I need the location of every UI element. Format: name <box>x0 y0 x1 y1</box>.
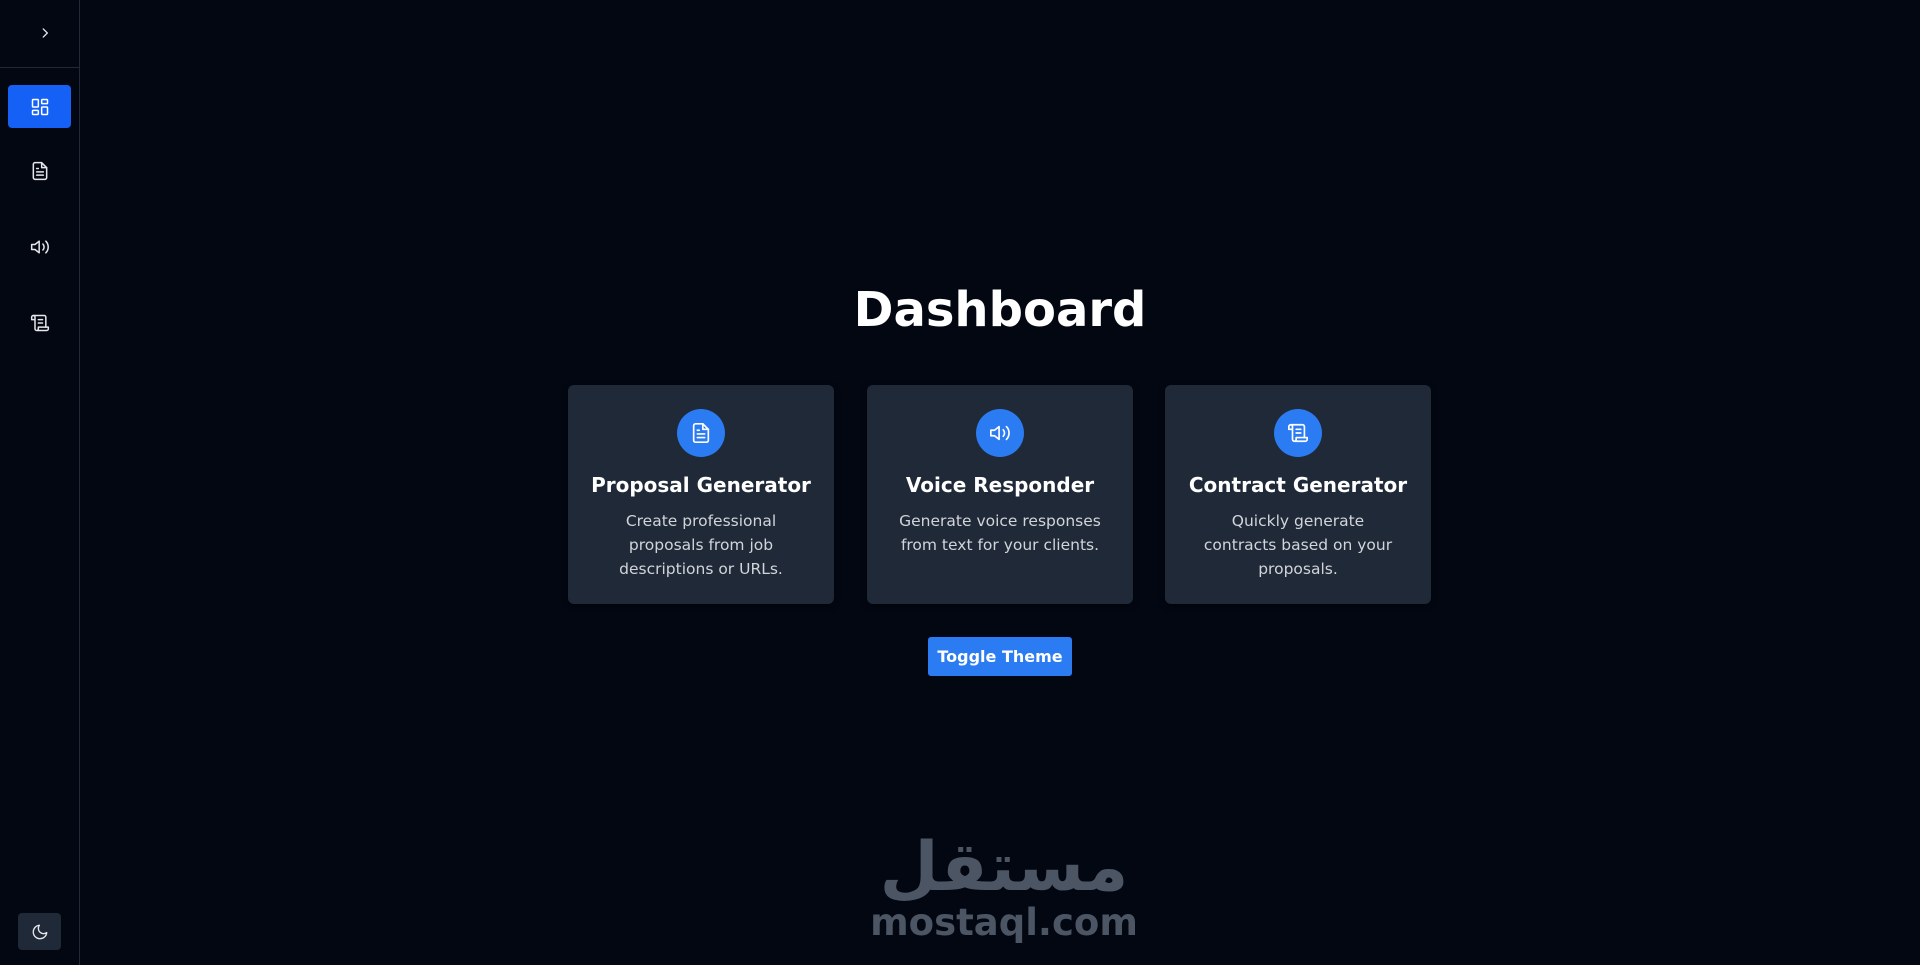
theme-toggle-button[interactable] <box>18 913 61 950</box>
chevron-right-icon <box>42 28 48 38</box>
sidebar-item-voice-responder[interactable] <box>8 225 71 268</box>
card-contract-generator[interactable]: Contract Generator Quickly generate cont… <box>1165 385 1431 604</box>
card-title: Contract Generator <box>1188 473 1408 497</box>
sidebar-item-dashboard[interactable] <box>8 85 71 128</box>
scroll-icon <box>30 314 49 331</box>
moon-icon <box>32 924 47 939</box>
sidebar-header <box>0 0 79 68</box>
card-icon-badge <box>677 409 725 457</box>
grid-icon <box>31 98 48 115</box>
watermark-logo: مستقل mostaql.com <box>844 832 1164 947</box>
sidebar-item-contract-generator[interactable] <box>8 301 71 344</box>
card-icon-badge <box>1274 409 1322 457</box>
file-text-icon <box>32 161 47 180</box>
speaker-icon <box>990 425 1010 441</box>
card-description: Generate voice responses from text for y… <box>899 512 1101 554</box>
expand-sidebar-button[interactable] <box>34 22 56 44</box>
toggle-theme-button[interactable]: Toggle Theme <box>928 637 1072 676</box>
speaker-icon <box>30 239 49 254</box>
page-title: Dashboard <box>853 282 1147 338</box>
sidebar-item-proposal-generator[interactable] <box>8 149 71 192</box>
card-voice-responder[interactable]: Voice Responder Generate voice responses… <box>867 385 1133 604</box>
card-proposal-generator[interactable]: Proposal Generator Create professional p… <box>568 385 834 604</box>
sidebar <box>0 0 80 965</box>
file-text-icon <box>692 423 710 443</box>
card-description: Quickly generate contracts based on your… <box>1203 512 1393 578</box>
main-content: Dashboard Proposal Generator Create prof… <box>80 0 1920 965</box>
card-title: Voice Responder <box>905 473 1095 497</box>
watermark-arabic: مستقل <box>879 828 1129 907</box>
scroll-icon <box>1288 423 1308 443</box>
card-description: Create professional proposals from job d… <box>619 512 783 578</box>
watermark-latin: mostaql.com <box>870 901 1138 944</box>
card-icon-badge <box>976 409 1024 457</box>
card-title: Proposal Generator <box>591 473 811 497</box>
